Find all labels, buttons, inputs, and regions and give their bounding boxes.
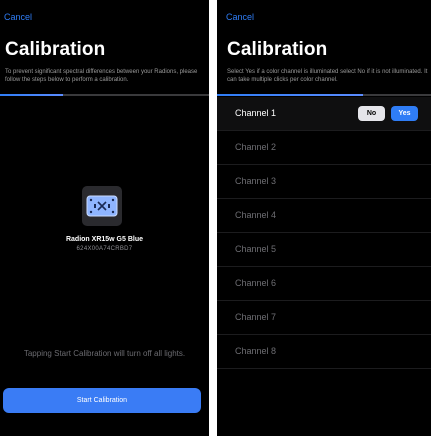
channel-row: Channel 2 <box>217 131 431 165</box>
channel-label: Channel 5 <box>235 244 277 254</box>
page-title: Calibration <box>227 39 328 60</box>
channel-row: Channel 3 <box>217 165 431 199</box>
page-description: Select Yes if a color channel is illumin… <box>227 69 428 83</box>
progress-bar <box>0 94 209 96</box>
yes-button[interactable]: Yes <box>391 106 418 121</box>
progress-fill <box>0 94 63 96</box>
channel-row: Channel 4 <box>217 199 431 233</box>
channel-label: Channel 7 <box>235 312 277 322</box>
progress-bar <box>217 94 431 96</box>
channel-row: Channel 6 <box>217 267 431 301</box>
device-name: Radion XR15w G5 Blue <box>65 236 144 243</box>
channel-label: Channel 1 <box>235 108 277 118</box>
channel-label: Channel 3 <box>235 176 277 186</box>
channel-label: Channel 6 <box>235 278 277 288</box>
channel-list: Channel 1 No Yes Channel 2 Channel 3 Channel … <box>217 97 431 369</box>
channel-label: Channel 8 <box>235 346 277 356</box>
channel-row: Channel 1 No Yes <box>217 97 431 131</box>
start-calibration-button[interactable]: Start Calibration <box>3 388 201 413</box>
progress-fill <box>217 94 363 96</box>
channel-row: Channel 7 <box>217 301 431 335</box>
channel-calibration-screen: Cancel Calibration Select Yes if a color… <box>217 0 431 436</box>
calibration-start-screen: Cancel Calibration To prevent significan… <box>0 0 209 436</box>
channel-row: Channel 8 <box>217 335 431 369</box>
page-title: Calibration <box>5 39 106 60</box>
cancel-button[interactable]: Cancel <box>226 12 254 22</box>
cancel-button[interactable]: Cancel <box>4 12 32 22</box>
channel-label: Channel 4 <box>235 210 277 220</box>
lights-off-hint: Tapping Start Calibration will turn off … <box>23 349 186 358</box>
no-button[interactable]: No <box>358 106 385 121</box>
channel-row: Channel 5 <box>217 233 431 267</box>
page-description: To prevent significant spectral differen… <box>5 69 198 83</box>
device-serial: 624X00A74CRBD7 <box>76 246 133 252</box>
channel-label: Channel 2 <box>235 142 277 152</box>
light-fixture-icon <box>82 186 122 226</box>
